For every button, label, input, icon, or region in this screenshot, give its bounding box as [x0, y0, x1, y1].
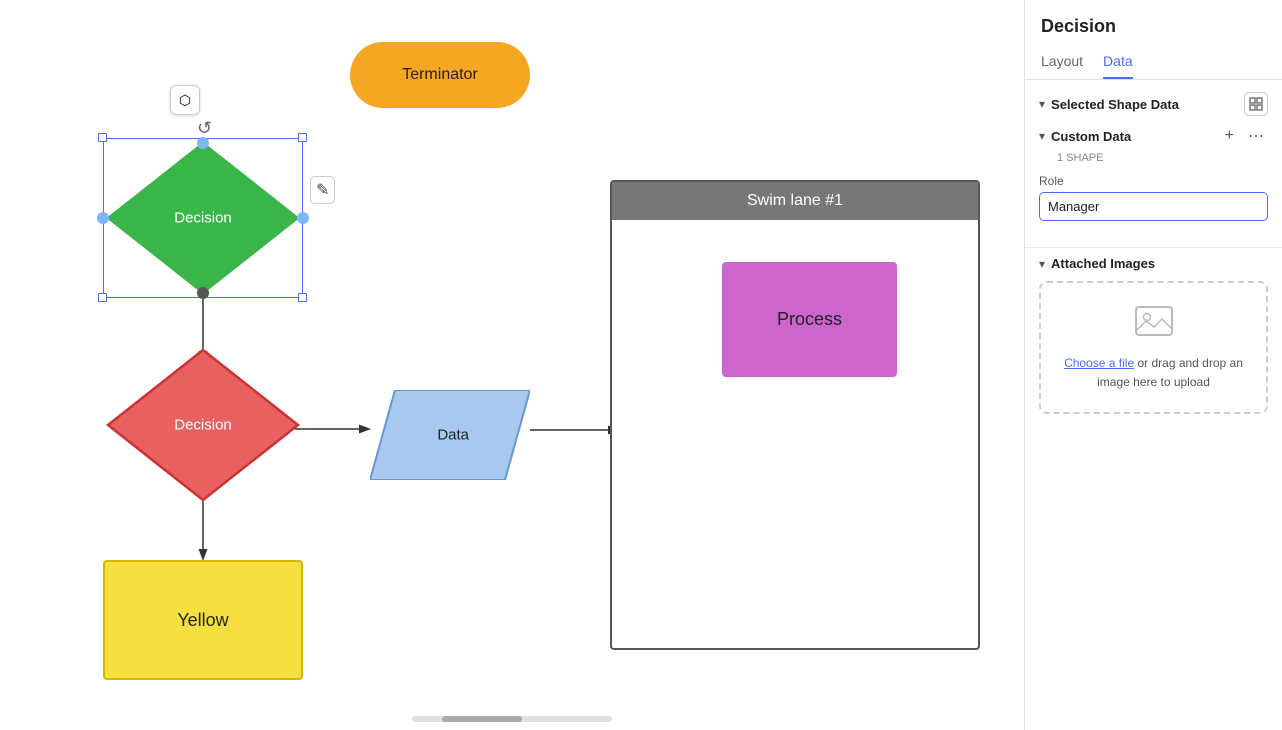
selected-shape-data-header: ▾ Selected Shape Data [1025, 80, 1282, 124]
process-label: Process [777, 309, 842, 330]
swimlane-header: Swim lane #1 [612, 182, 978, 220]
terminator-shape[interactable]: Terminator [350, 42, 530, 108]
panel-title: Decision [1041, 16, 1266, 37]
tab-layout[interactable]: Layout [1041, 47, 1083, 79]
role-label: Role [1039, 174, 1268, 188]
tab-data[interactable]: Data [1103, 47, 1133, 79]
yellow-label: Yellow [177, 610, 228, 631]
terminator-label: Terminator [402, 66, 478, 84]
custom-data-subtitle: 1 SHAPE [1057, 152, 1268, 164]
yellow-shape[interactable]: Yellow [103, 560, 303, 680]
selected-shape-title: Selected Shape Data [1051, 97, 1179, 112]
grid-icon-button[interactable] [1244, 92, 1268, 116]
upload-text: Choose a file or drag and drop an image … [1057, 354, 1250, 392]
panel-tabs: Layout Data [1041, 47, 1266, 79]
upload-zone[interactable]: Choose a file or drag and drop an image … [1039, 281, 1268, 414]
attached-images-section: ▾ Attached Images Choose a file or drag … [1025, 256, 1282, 428]
custom-data-title: Custom Data [1051, 129, 1131, 144]
horizontal-scrollbar[interactable] [412, 716, 612, 722]
custom-data-chevron[interactable]: ▾ [1039, 129, 1045, 143]
selected-shape-chevron[interactable]: ▾ [1039, 97, 1045, 111]
role-field-group: Role [1039, 174, 1268, 221]
canvas[interactable]: Terminator Decision ⬡ ↺ ✎ Decisi [0, 0, 1024, 730]
decision1-shape[interactable]: Decision [103, 138, 303, 298]
attached-chevron[interactable]: ▾ [1039, 257, 1045, 271]
role-input[interactable] [1039, 192, 1268, 221]
upload-link[interactable]: Choose a file [1064, 356, 1134, 370]
attached-title: Attached Images [1051, 256, 1155, 271]
panel-header: Decision Layout Data [1025, 0, 1282, 80]
data-shape[interactable]: Data [370, 390, 530, 480]
swimlane[interactable]: Swim lane #1 Process [610, 180, 980, 650]
decision2-shape[interactable]: Decision [103, 345, 303, 505]
pen-icon[interactable]: ✎ [310, 176, 335, 204]
divider [1025, 247, 1282, 248]
scrollbar-thumb[interactable] [442, 716, 522, 722]
rotate-handle[interactable]: ↺ [197, 118, 212, 139]
add-custom-data-button[interactable]: + [1221, 125, 1238, 147]
custom-data-section: ▾ Custom Data + ⋯ 1 SHAPE Role [1025, 124, 1282, 239]
shapes-toolbar-icon[interactable]: ⬡ [170, 85, 200, 115]
right-panel: Decision Layout Data ▾ Selected Shape Da… [1024, 0, 1282, 730]
shape-toolbar[interactable]: ⬡ [170, 85, 200, 115]
upload-placeholder-icon [1134, 303, 1174, 344]
process-shape[interactable]: Process [722, 262, 897, 377]
custom-data-more-button[interactable]: ⋯ [1244, 124, 1268, 148]
shapes-icon: ⬡ [179, 92, 191, 109]
data-label: Data [437, 427, 469, 444]
